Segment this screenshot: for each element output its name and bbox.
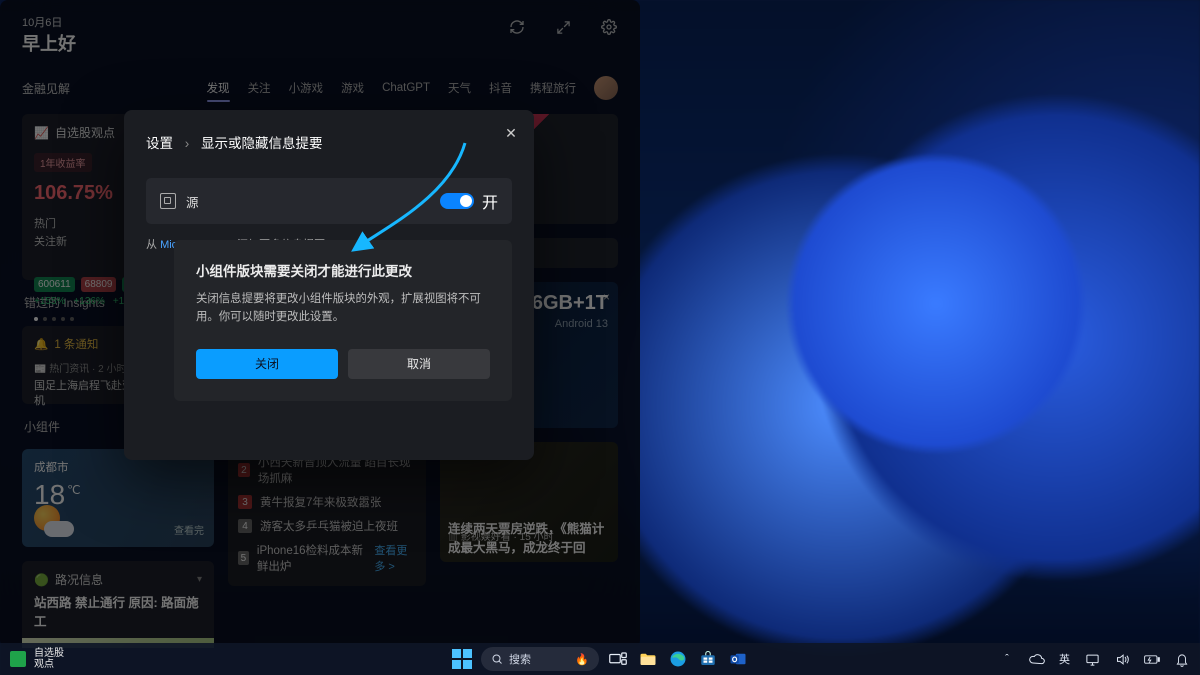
- tab-weather[interactable]: 天气: [448, 80, 471, 96]
- tab-douyin[interactable]: 抖音: [489, 80, 512, 96]
- tray-chevron-icon[interactable]: ˆ: [999, 651, 1015, 667]
- feed-icon: [160, 193, 176, 209]
- settings-modal: ✕ 设置 › 显示或隐藏信息提要 源 开 从 Microsoft Store 添…: [124, 110, 534, 460]
- breadcrumb-current: 显示或隐藏信息提要: [201, 136, 323, 151]
- notifications-icon[interactable]: [1174, 651, 1190, 667]
- tab-chatgpt[interactable]: ChatGPT: [382, 82, 430, 94]
- onedrive-icon[interactable]: [1029, 651, 1045, 667]
- stock-rate-label: 1年收益率: [34, 153, 92, 172]
- tabs-section-label: 金融见解: [22, 80, 70, 97]
- stock-title: 自选股观点: [55, 124, 115, 141]
- refresh-icon[interactable]: [508, 18, 526, 36]
- stocks-icon: [10, 651, 26, 667]
- taskview-icon[interactable]: [607, 648, 629, 670]
- dialog-title: 小组件版块需要关闭才能进行此更改: [196, 260, 490, 280]
- search-icon: [491, 653, 503, 665]
- tab-follow[interactable]: 关注: [248, 80, 271, 96]
- network-icon[interactable]: [1084, 651, 1100, 667]
- list-item[interactable]: 5iPhone16检料成本新鲜出炉查看更多 >: [238, 538, 416, 578]
- dialog-body: 关闭信息提要将更改小组件版块的外观，扩展视图将不可用。你可以随时更改此设置。: [196, 290, 490, 327]
- store-icon[interactable]: [697, 648, 719, 670]
- explorer-icon[interactable]: [637, 648, 659, 670]
- see-all-link[interactable]: 查看更多 >: [374, 542, 416, 574]
- user-avatar[interactable]: [594, 76, 618, 100]
- source-toggle[interactable]: [440, 193, 474, 209]
- confirm-dialog: 小组件版块需要关闭才能进行此更改 关闭信息提要将更改小组件版块的外观，扩展视图将…: [174, 240, 512, 401]
- tab-minigames[interactable]: 小游戏: [289, 80, 324, 96]
- breadcrumb: 设置 › 显示或隐藏信息提要: [124, 110, 534, 152]
- outlook-icon[interactable]: [727, 648, 749, 670]
- ime-indicator[interactable]: 英: [1059, 651, 1070, 667]
- expand-icon[interactable]: [554, 18, 572, 36]
- cloud-icon: [44, 521, 74, 537]
- chevron-right-icon: ›: [185, 136, 190, 151]
- edge-icon[interactable]: [667, 648, 689, 670]
- list-item[interactable]: 4游客太多乒乓猫被迫上夜班: [238, 514, 416, 538]
- list-item[interactable]: 3黄牛报复7年来极致嚣张: [238, 490, 416, 514]
- trending-list: 2小西天新晋顶人流量 蹈目长现场抓麻 3黄牛报复7年来极致嚣张 4游客太多乒乓猫…: [228, 442, 426, 586]
- modal-close-button[interactable]: ✕: [498, 120, 524, 146]
- taskbar: 自选股观点 搜索 🔥 ˆ 英: [0, 643, 1200, 675]
- breadcrumb-settings[interactable]: 设置: [146, 136, 173, 151]
- toggle-state-label: 开: [482, 189, 498, 213]
- dialog-close-button[interactable]: 关闭: [196, 349, 338, 379]
- tab-discover[interactable]: 发现: [207, 80, 230, 96]
- tabs-row: 发现 关注 小游戏 游戏 ChatGPT 天气 抖音 携程旅行: [207, 76, 618, 100]
- taskbar-search[interactable]: 搜索 🔥: [481, 647, 599, 671]
- feed-panda[interactable]: ▥ 影视娱好看 · 15 小时 连续两天票房逆跌，《熊猫计 成最大黑马，成龙终于…: [440, 442, 618, 562]
- traffic-card[interactable]: 🟢路况信息▾ 站西路 禁止通行 原因: 路面施工: [22, 561, 214, 648]
- tab-ctrip[interactable]: 携程旅行: [530, 80, 576, 96]
- start-button[interactable]: [451, 648, 473, 670]
- tab-games[interactable]: 游戏: [341, 80, 364, 96]
- source-toggle-row[interactable]: 源 开: [146, 178, 512, 224]
- settings-icon[interactable]: [600, 18, 618, 36]
- taskbar-widgets-pin[interactable]: 自选股观点: [10, 648, 64, 670]
- battery-icon[interactable]: [1144, 651, 1160, 667]
- volume-icon[interactable]: [1114, 651, 1130, 667]
- dialog-cancel-button[interactable]: 取消: [348, 349, 490, 379]
- source-label: 源: [186, 192, 199, 211]
- weather-card[interactable]: 成都市 18℃ 查看完: [22, 449, 214, 547]
